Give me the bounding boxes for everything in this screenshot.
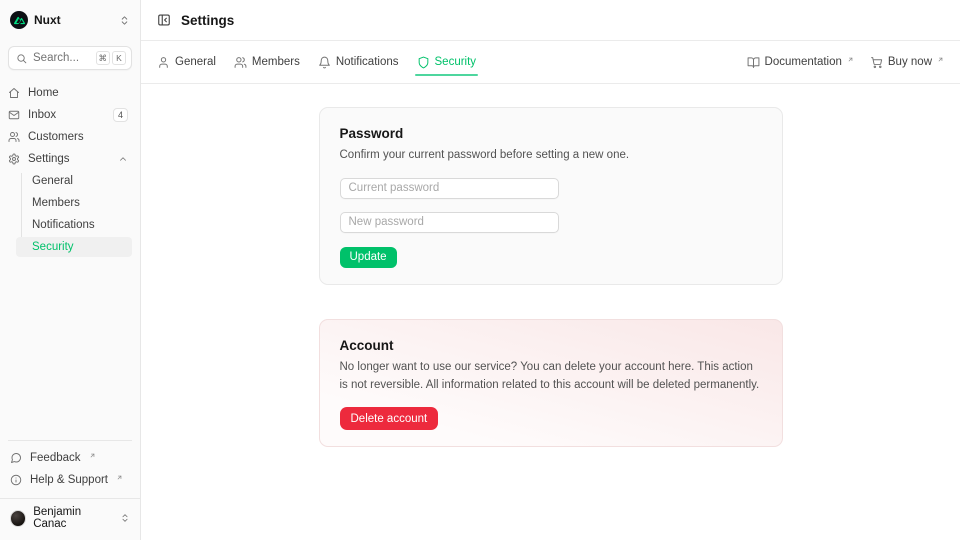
team-name: Nuxt — [34, 13, 61, 27]
user-menu[interactable]: Benjamin Canac — [0, 498, 140, 532]
nuxt-logo-icon — [10, 11, 28, 29]
sidebar: Nuxt Search... ⌘ K Home — [0, 0, 141, 540]
tab-label: Security — [435, 56, 477, 68]
delete-account-button[interactable]: Delete account — [340, 407, 439, 430]
sidebar-item-help-support[interactable]: Help & Support — [8, 470, 132, 490]
card-title: Password — [340, 126, 762, 141]
tab-notifications[interactable]: Notifications — [318, 41, 399, 83]
sidebar-spacer — [8, 261, 132, 440]
users-icon — [234, 56, 247, 69]
sidebar-item-feedback[interactable]: Feedback — [8, 448, 132, 468]
search-icon — [16, 53, 27, 64]
page-header: Settings — [141, 0, 960, 41]
card-description: Confirm your current password before set… — [340, 147, 762, 165]
page-title: Settings — [181, 13, 234, 28]
chevrons-up-down-icon — [120, 513, 130, 523]
sidebar-item-label: Customers — [28, 131, 84, 143]
avatar — [10, 510, 26, 527]
tab-label: Members — [252, 56, 300, 68]
inbox-count-badge: 4 — [113, 108, 128, 122]
search-placeholder: Search... — [33, 52, 79, 64]
sidebar-collapse-icon[interactable] — [157, 13, 171, 27]
action-label: Buy now — [888, 56, 932, 68]
sidebar-item-inbox[interactable]: Inbox 4 — [8, 105, 132, 125]
documentation-link[interactable]: Documentation — [747, 56, 854, 69]
chevron-up-icon — [118, 154, 128, 164]
sidebar-item-label: Notifications — [32, 219, 95, 231]
new-password-field[interactable] — [340, 212, 559, 233]
shield-icon — [417, 56, 430, 69]
sidebar-item-settings[interactable]: Settings — [8, 149, 132, 169]
home-icon — [8, 87, 20, 99]
cart-icon — [870, 56, 883, 69]
sidebar-item-notifications[interactable]: Notifications — [16, 215, 132, 235]
sidebar-item-label: Inbox — [28, 109, 56, 121]
chat-bubble-icon — [10, 452, 22, 464]
tab-actions: Documentation Buy now — [747, 56, 944, 69]
tab-general[interactable]: General — [157, 41, 216, 83]
card-title: Account — [340, 338, 762, 353]
search-input[interactable]: Search... ⌘ K — [8, 46, 132, 70]
sidebar-item-label: Security — [32, 241, 74, 253]
kbd-meta: ⌘ — [96, 51, 111, 65]
sidebar-item-label: General — [32, 175, 73, 187]
buy-now-link[interactable]: Buy now — [870, 56, 944, 69]
main-area: Settings General Members — [141, 0, 960, 540]
update-password-button[interactable]: Update — [340, 247, 397, 268]
account-card: Account No longer want to use our servic… — [319, 319, 783, 448]
info-circle-icon — [10, 474, 22, 486]
user-icon — [157, 56, 170, 69]
sidebar-item-label: Settings — [28, 153, 70, 165]
bell-icon — [318, 56, 331, 69]
tab-members[interactable]: Members — [234, 41, 300, 83]
tab-label: Notifications — [336, 56, 399, 68]
external-link-icon — [89, 452, 96, 459]
gear-icon — [8, 153, 20, 165]
users-icon — [8, 131, 20, 143]
card-description: No longer want to use our service? You c… — [340, 359, 762, 395]
user-name: Benjamin Canac — [33, 506, 113, 530]
search-kbd-shortcut: ⌘ K — [96, 51, 127, 65]
tab-security[interactable]: Security — [417, 41, 477, 83]
app-root: Nuxt Search... ⌘ K Home — [0, 0, 960, 540]
sidebar-item-label: Feedback — [30, 452, 81, 464]
tabs: General Members Notifications — [157, 41, 476, 83]
sidebar-item-customers[interactable]: Customers — [8, 127, 132, 147]
current-password-field[interactable] — [340, 178, 559, 199]
sidebar-nav: Home Inbox 4 Customers Settings — [8, 83, 132, 261]
tab-bar: General Members Notifications — [141, 41, 960, 84]
settings-subnav: General Members Notifications Security — [8, 171, 132, 259]
sidebar-item-members[interactable]: Members — [16, 193, 132, 213]
external-link-icon — [116, 474, 123, 481]
tab-label: General — [175, 56, 216, 68]
sidebar-item-label: Help & Support — [30, 474, 108, 486]
sidebar-item-label: Members — [32, 197, 80, 209]
sidebar-item-label: Home — [28, 87, 59, 99]
team-selector[interactable]: Nuxt — [8, 8, 132, 32]
chevrons-up-down-icon — [119, 15, 130, 26]
password-card: Password Confirm your current password b… — [319, 107, 783, 285]
inbox-icon — [8, 109, 20, 121]
external-link-icon — [847, 56, 854, 63]
sidebar-item-general[interactable]: General — [16, 171, 132, 191]
action-label: Documentation — [765, 56, 842, 68]
kbd-key: K — [112, 51, 126, 65]
external-link-icon — [937, 56, 944, 63]
sidebar-footer: Feedback Help & Support — [8, 440, 132, 496]
settings-security-panel: Password Confirm your current password b… — [141, 84, 960, 540]
sidebar-item-home[interactable]: Home — [8, 83, 132, 103]
sidebar-item-security[interactable]: Security — [16, 237, 132, 257]
book-icon — [747, 56, 760, 69]
